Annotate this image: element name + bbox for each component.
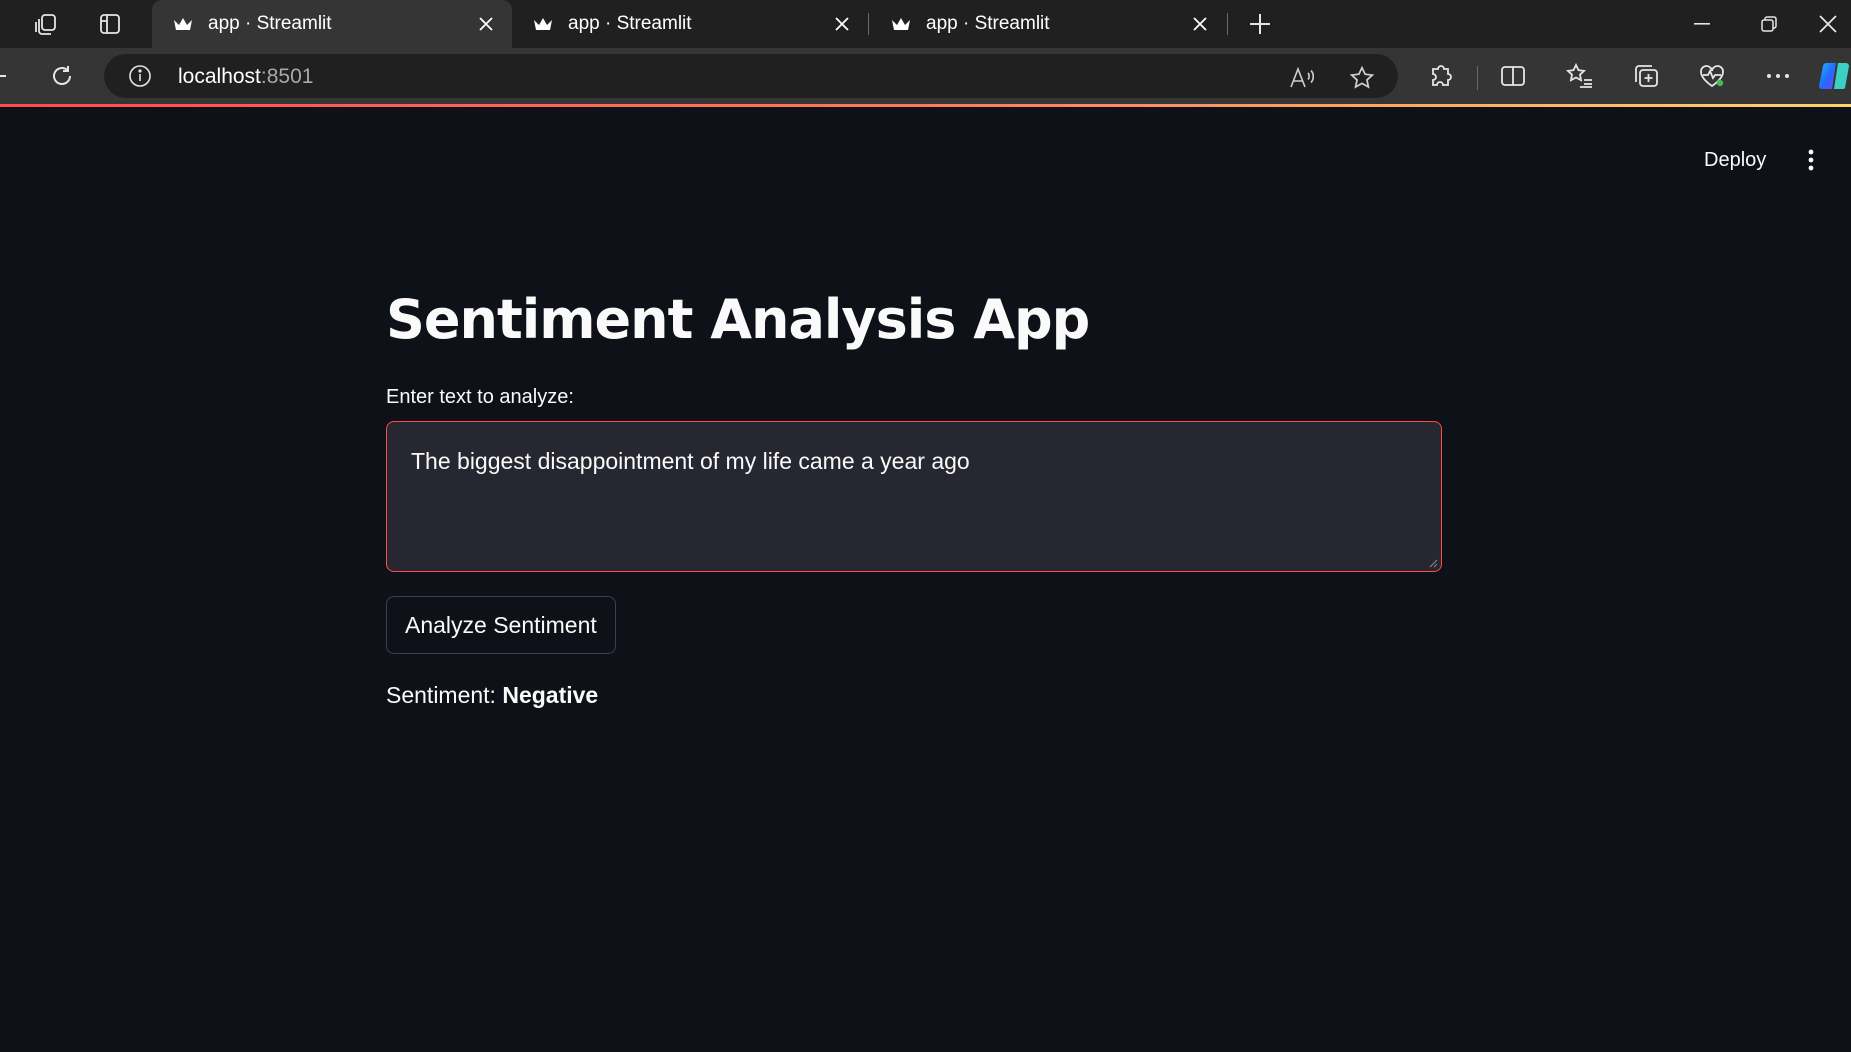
sentiment-result-value: Negative bbox=[502, 682, 599, 708]
browser-tab-strip: app · Streamlit app · Streamlit app · St… bbox=[0, 0, 1851, 48]
star-icon[interactable] bbox=[1344, 60, 1380, 96]
tab-separator bbox=[1227, 13, 1228, 35]
puzzle-icon[interactable] bbox=[1422, 56, 1462, 96]
deploy-button[interactable]: Deploy bbox=[1690, 143, 1780, 177]
reload-icon[interactable] bbox=[42, 56, 82, 96]
analyze-sentiment-button[interactable]: Analyze Sentiment bbox=[386, 596, 616, 654]
tab-actions-icon[interactable] bbox=[22, 0, 70, 48]
streamlit-crown-icon bbox=[172, 13, 194, 35]
ellipsis-icon[interactable] bbox=[1758, 56, 1798, 96]
back-arrow-icon[interactable] bbox=[0, 56, 18, 96]
url-text: localhost:8501 bbox=[178, 65, 313, 89]
text-input-area[interactable]: The biggest disappointment of my life ca… bbox=[386, 421, 1442, 572]
browser-toolbar: localhost:8501 bbox=[0, 48, 1851, 105]
address-bar[interactable]: localhost:8501 bbox=[104, 54, 1398, 98]
tab-separator bbox=[868, 13, 869, 35]
favorites-list-icon[interactable] bbox=[1560, 56, 1600, 96]
main-content: Sentiment Analysis App Enter text to ana… bbox=[386, 280, 1442, 709]
close-icon[interactable] bbox=[1188, 12, 1212, 36]
url-port: :8501 bbox=[260, 65, 314, 88]
sentiment-result-prefix: Sentiment: bbox=[386, 682, 503, 708]
minimize-icon[interactable] bbox=[1670, 0, 1734, 48]
restore-icon[interactable] bbox=[1737, 0, 1801, 48]
tab-title: app · Streamlit bbox=[926, 13, 1050, 34]
collections-icon[interactable] bbox=[1626, 56, 1666, 96]
resize-handle-icon[interactable] bbox=[1428, 558, 1438, 568]
profile-icon[interactable] bbox=[0, 0, 10, 48]
split-screen-icon[interactable] bbox=[1493, 56, 1533, 96]
loading-accent-line bbox=[0, 104, 1851, 107]
info-icon[interactable] bbox=[128, 64, 152, 88]
tab-title: app · Streamlit bbox=[208, 13, 332, 34]
tab-3[interactable]: app · Streamlit bbox=[870, 0, 1226, 48]
tab-2[interactable]: app · Streamlit bbox=[512, 0, 868, 48]
heart-pulse-icon[interactable] bbox=[1692, 56, 1732, 96]
url-host: localhost bbox=[178, 65, 261, 88]
streamlit-crown-icon bbox=[890, 13, 912, 35]
vertical-tabs-icon[interactable] bbox=[86, 0, 134, 48]
vertical-dots-icon[interactable] bbox=[1796, 142, 1826, 178]
streamlit-crown-icon bbox=[532, 13, 554, 35]
tab-title: app · Streamlit bbox=[568, 13, 692, 34]
close-icon[interactable] bbox=[830, 12, 854, 36]
text-input-value: The biggest disappointment of my life ca… bbox=[411, 448, 970, 474]
read-aloud-icon[interactable] bbox=[1284, 60, 1320, 96]
copilot-icon[interactable] bbox=[1818, 56, 1851, 96]
plus-icon[interactable] bbox=[1236, 0, 1284, 48]
text-input-label: Enter text to analyze: bbox=[386, 386, 574, 408]
window-close-icon[interactable] bbox=[1805, 0, 1851, 48]
close-icon[interactable] bbox=[474, 12, 498, 36]
page-title: Sentiment Analysis App bbox=[386, 288, 1090, 351]
tab-1[interactable]: app · Streamlit bbox=[152, 0, 512, 48]
sentiment-result: Sentiment: Negative bbox=[386, 682, 1442, 709]
toolbar-separator bbox=[1477, 66, 1478, 90]
